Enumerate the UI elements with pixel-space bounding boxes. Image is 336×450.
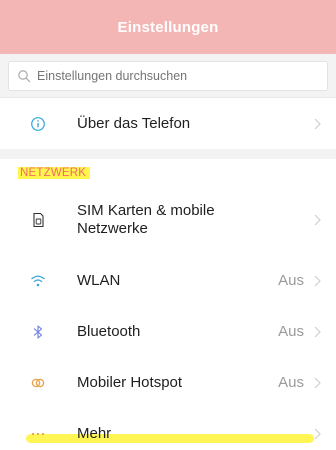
title-bar: Einstellungen	[0, 0, 336, 54]
list-item-label: Bluetooth	[77, 322, 141, 340]
list-item-label: WLAN	[77, 271, 121, 289]
hotspot-icon	[26, 371, 50, 395]
list-item-label: Mehr	[77, 424, 112, 442]
chevron-right-icon	[312, 376, 322, 390]
label-line-2: Netzwerke	[77, 220, 148, 237]
search-icon	[17, 69, 31, 83]
info-icon	[26, 112, 50, 136]
label-line-1: SIM Karten & mobile	[77, 202, 215, 219]
settings-screen: Einstellungen Über das Telefon N	[0, 0, 336, 450]
list-item-bluetooth[interactable]: Bluetooth Aus	[0, 306, 336, 357]
section-header-network: NETZWERK	[0, 149, 336, 185]
list-item-about-phone[interactable]: Über das Telefon	[0, 98, 336, 149]
more-icon	[26, 422, 50, 446]
sim-card-icon	[26, 208, 50, 232]
search-bar	[0, 54, 336, 98]
chevron-right-icon	[312, 213, 322, 227]
list-item-label: Mobiler Hotspot	[77, 373, 183, 391]
status-value: Aus	[278, 374, 304, 391]
wifi-icon	[26, 269, 50, 293]
chevron-right-icon	[312, 325, 322, 339]
list-item-sim-cards[interactable]: SIM Karten & mobile Netzwerke	[0, 185, 336, 255]
status-value: Aus	[278, 323, 304, 340]
search-input[interactable]	[37, 68, 287, 83]
list-item-more[interactable]: Mehr	[0, 408, 336, 450]
chevron-right-icon	[312, 274, 322, 288]
chevron-right-icon	[312, 427, 322, 441]
status-value: Aus	[278, 272, 304, 289]
list-item-hotspot[interactable]: Mobiler Hotspot Aus	[0, 357, 336, 408]
bluetooth-icon	[26, 320, 50, 344]
page-title: Einstellungen	[117, 18, 219, 36]
list-item-label: SIM Karten & mobile Netzwerke	[77, 202, 312, 238]
chevron-right-icon	[312, 117, 322, 131]
search-box[interactable]	[8, 60, 328, 91]
list-item-label: Über das Telefon	[77, 114, 191, 132]
list-item-wlan[interactable]: WLAN Aus	[0, 255, 336, 306]
section-title: NETZWERK	[18, 167, 91, 179]
